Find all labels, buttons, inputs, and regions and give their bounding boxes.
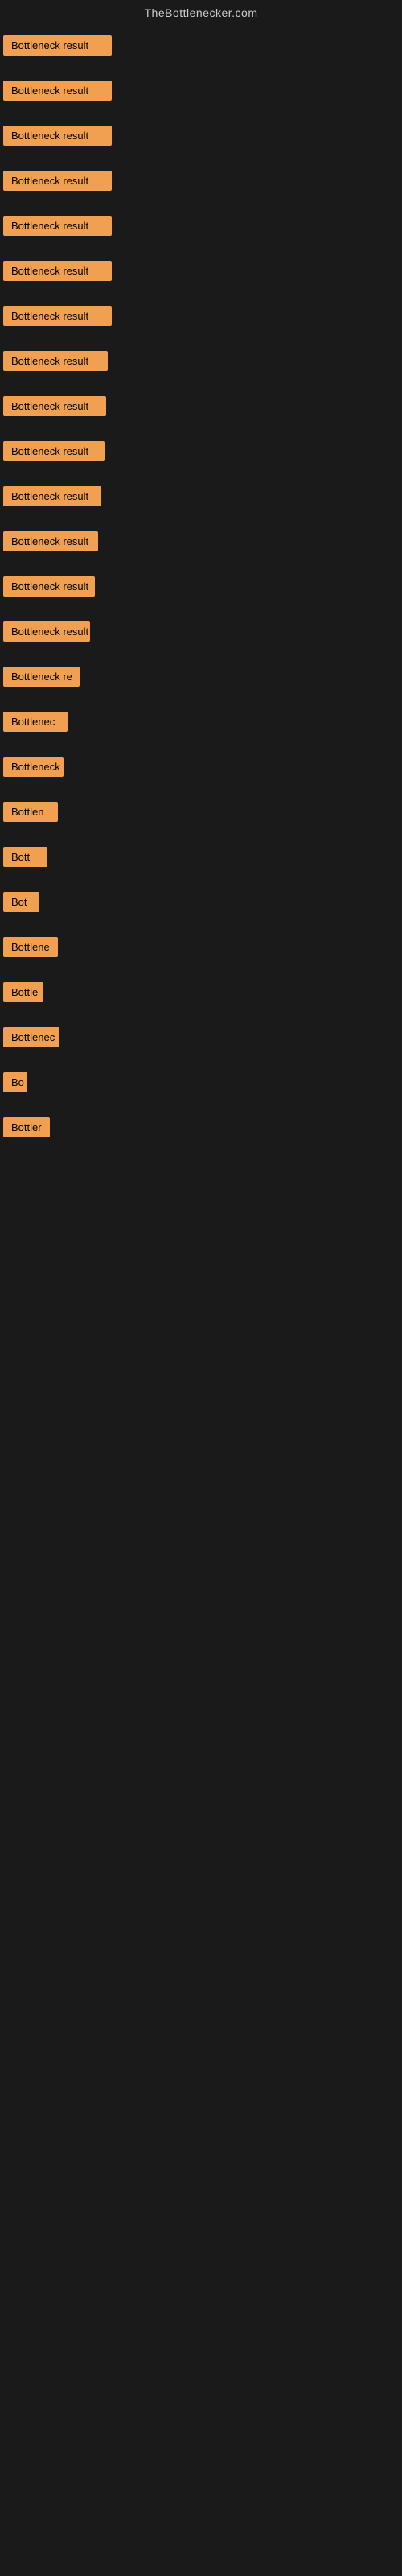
list-item: Bottleneck result xyxy=(0,609,402,654)
bottleneck-badge-9[interactable]: Bottleneck result xyxy=(3,396,106,416)
bottleneck-badge-17[interactable]: Bottleneck r xyxy=(3,757,64,777)
list-item: Bottleneck result xyxy=(0,293,402,338)
list-item: Bott xyxy=(0,834,402,879)
list-item: Bottleneck result xyxy=(0,203,402,248)
list-item: Bottlenec xyxy=(0,1014,402,1059)
list-item: Bottleneck result xyxy=(0,68,402,113)
bottleneck-badge-13[interactable]: Bottleneck result xyxy=(3,576,95,597)
list-item: Bot xyxy=(0,879,402,924)
list-item: Bottle xyxy=(0,969,402,1014)
list-item: Bottleneck result xyxy=(0,158,402,203)
bottleneck-badge-18[interactable]: Bottlen xyxy=(3,802,58,822)
list-item: Bottlenec xyxy=(0,699,402,744)
bottleneck-badge-22[interactable]: Bottle xyxy=(3,982,43,1002)
bottleneck-badge-7[interactable]: Bottleneck result xyxy=(3,306,112,326)
bottleneck-badge-21[interactable]: Bottlene xyxy=(3,937,58,957)
bottleneck-badge-19[interactable]: Bott xyxy=(3,847,47,867)
bottleneck-badge-23[interactable]: Bottlenec xyxy=(3,1027,59,1047)
list-item: Bottleneck result xyxy=(0,564,402,609)
list-item: Bottlen xyxy=(0,789,402,834)
bottleneck-badge-4[interactable]: Bottleneck result xyxy=(3,171,112,191)
list-item: Bottleneck result xyxy=(0,113,402,158)
bottleneck-badge-25[interactable]: Bottler xyxy=(3,1117,50,1137)
list-item: Bottler xyxy=(0,1104,402,1150)
list-item: Bottleneck result xyxy=(0,428,402,473)
list-item: Bottleneck result xyxy=(0,23,402,68)
list-item: Bottleneck result xyxy=(0,473,402,518)
bottleneck-badge-24[interactable]: Bo xyxy=(3,1072,27,1092)
site-title: TheBottlenecker.com xyxy=(0,0,402,23)
bottleneck-badge-12[interactable]: Bottleneck result xyxy=(3,531,98,551)
list-item: Bo xyxy=(0,1059,402,1104)
bottleneck-badge-11[interactable]: Bottleneck result xyxy=(3,486,101,506)
bottleneck-badge-1[interactable]: Bottleneck result xyxy=(3,35,112,56)
bottleneck-badge-6[interactable]: Bottleneck result xyxy=(3,261,112,281)
rows-container: Bottleneck result Bottleneck result Bott… xyxy=(0,23,402,1150)
list-item: Bottlene xyxy=(0,924,402,969)
bottleneck-badge-16[interactable]: Bottlenec xyxy=(3,712,68,732)
bottleneck-badge-3[interactable]: Bottleneck result xyxy=(3,126,112,146)
list-item: Bottleneck result xyxy=(0,248,402,293)
list-item: Bottleneck result xyxy=(0,383,402,428)
list-item: Bottleneck r xyxy=(0,744,402,789)
list-item: Bottleneck result xyxy=(0,518,402,564)
bottleneck-badge-2[interactable]: Bottleneck result xyxy=(3,80,112,101)
bottleneck-badge-14[interactable]: Bottleneck result xyxy=(3,621,90,642)
list-item: Bottleneck re xyxy=(0,654,402,699)
bottleneck-badge-20[interactable]: Bot xyxy=(3,892,39,912)
bottleneck-badge-5[interactable]: Bottleneck result xyxy=(3,216,112,236)
bottleneck-badge-15[interactable]: Bottleneck re xyxy=(3,667,80,687)
bottleneck-badge-8[interactable]: Bottleneck result xyxy=(3,351,108,371)
list-item: Bottleneck result xyxy=(0,338,402,383)
bottleneck-badge-10[interactable]: Bottleneck result xyxy=(3,441,105,461)
